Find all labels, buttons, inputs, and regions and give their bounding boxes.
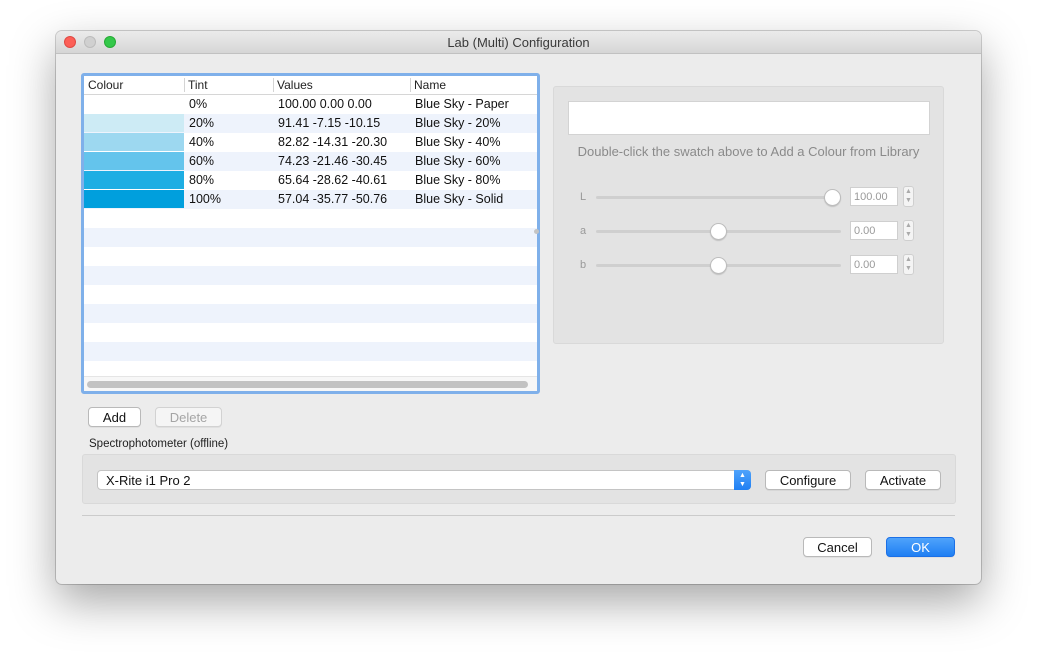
values-cell: 82.82 -14.31 -20.30 — [278, 135, 388, 149]
empty-table-row — [84, 247, 537, 266]
add-button[interactable]: Add — [88, 407, 141, 427]
a-stepper[interactable]: ▲ ▼ — [903, 220, 914, 241]
column-divider[interactable] — [273, 78, 274, 92]
name-cell: Blue Sky - 80% — [415, 173, 501, 187]
table-row[interactable]: 40% 82.82 -14.31 -20.30 Blue Sky - 40% — [84, 133, 537, 152]
title-bar: Lab (Multi) Configuration — [56, 31, 981, 54]
colour-swatch — [84, 190, 184, 208]
cancel-button[interactable]: Cancel — [803, 537, 872, 557]
horizontal-scrollbar[interactable] — [87, 381, 528, 388]
split-view-handle[interactable] — [534, 229, 539, 234]
configure-button[interactable]: Configure — [765, 470, 851, 490]
colour-editor-panel: Double-click the swatch above to Add a C… — [553, 86, 944, 344]
tint-cell: 80% — [189, 173, 215, 187]
table-row[interactable]: 100% 57.04 -35.77 -50.76 Blue Sky - Solid — [84, 190, 537, 209]
window-title: Lab (Multi) Configuration — [447, 35, 590, 50]
a-value-field[interactable]: 0.00 — [850, 221, 898, 240]
spectrophotometer-panel: X-Rite i1 Pro 2 ▲ ▼ Configure Activate — [82, 454, 956, 504]
l-value-field[interactable]: 100.00 — [850, 187, 898, 206]
table-body: 0% 100.00 0.00 0.00 Blue Sky - Paper 20% 91.… — [84, 95, 537, 361]
colour-table[interactable]: Colour Tint Values Name 0% 100.00 0.00 0.… — [81, 73, 540, 394]
colour-swatch — [84, 95, 184, 113]
table-row[interactable]: 80% 65.64 -28.62 -40.61 Blue Sky - 80% — [84, 171, 537, 190]
delete-button[interactable]: Delete — [155, 407, 222, 427]
spectrophotometer-selected-value: X-Rite i1 Pro 2 — [106, 473, 191, 488]
column-divider[interactable] — [410, 78, 411, 92]
column-header-values[interactable]: Values — [277, 78, 313, 92]
empty-table-row — [84, 342, 537, 361]
colour-swatch — [84, 133, 184, 151]
empty-table-row — [84, 285, 537, 304]
b-slider-knob[interactable] — [710, 257, 727, 274]
empty-table-row — [84, 323, 537, 342]
tint-cell: 0% — [189, 97, 208, 111]
slider-label-l: L — [580, 191, 587, 203]
empty-table-row — [84, 266, 537, 285]
table-row[interactable]: 0% 100.00 0.00 0.00 Blue Sky - Paper — [84, 95, 537, 114]
colour-swatch-well[interactable] — [568, 101, 930, 135]
column-header-tint[interactable]: Tint — [188, 78, 208, 92]
colour-swatch — [84, 114, 184, 132]
b-stepper[interactable]: ▲ ▼ — [903, 254, 914, 275]
tint-cell: 40% — [189, 135, 215, 149]
values-cell: 65.64 -28.62 -40.61 — [278, 173, 388, 187]
activate-button[interactable]: Activate — [865, 470, 941, 490]
a-slider-knob[interactable] — [710, 223, 727, 240]
colour-swatch — [84, 171, 184, 189]
swatch-hint: Double-click the swatch above to Add a C… — [577, 144, 920, 159]
b-value-field[interactable]: 0.00 — [850, 255, 898, 274]
empty-table-row — [84, 304, 537, 323]
tint-cell: 60% — [189, 154, 215, 168]
chevron-up-down-icon: ▲ ▼ — [734, 470, 751, 490]
values-cell: 91.41 -7.15 -10.15 — [278, 116, 381, 130]
a-slider[interactable] — [596, 223, 841, 240]
separator — [82, 515, 955, 516]
empty-table-row — [84, 209, 537, 228]
table-row[interactable]: 20% 91.41 -7.15 -10.15 Blue Sky - 20% — [84, 114, 537, 133]
name-cell: Blue Sky - Paper — [415, 97, 509, 111]
spectrophotometer-label: Spectrophotometer (offline) — [89, 438, 229, 450]
l-stepper[interactable]: ▲ ▼ — [903, 186, 914, 207]
name-cell: Blue Sky - 40% — [415, 135, 501, 149]
tint-cell: 20% — [189, 116, 215, 130]
table-header: Colour Tint Values Name — [84, 76, 537, 95]
tint-cell: 100% — [189, 192, 221, 206]
name-cell: Blue Sky - Solid — [415, 192, 504, 206]
column-divider[interactable] — [184, 78, 185, 92]
values-cell: 100.00 0.00 0.00 — [278, 97, 372, 111]
spectrophotometer-select[interactable]: X-Rite i1 Pro 2 ▲ ▼ — [97, 470, 751, 490]
name-cell: Blue Sky - 20% — [415, 116, 501, 130]
b-slider[interactable] — [596, 257, 841, 274]
column-header-colour[interactable]: Colour — [88, 78, 123, 92]
values-cell: 74.23 -21.46 -30.45 — [278, 154, 388, 168]
lab-multi-config-dialog: Lab (Multi) Configuration Colour Tint Va… — [56, 31, 981, 584]
empty-table-row — [84, 228, 537, 247]
slider-label-b: b — [580, 259, 587, 271]
l-slider-knob[interactable] — [824, 189, 841, 206]
ok-button[interactable]: OK — [886, 537, 955, 557]
colour-swatch — [84, 152, 184, 170]
column-header-name[interactable]: Name — [414, 78, 446, 92]
name-cell: Blue Sky - 60% — [415, 154, 501, 168]
horizontal-scrollbar-track — [84, 376, 537, 391]
l-slider[interactable] — [596, 189, 841, 206]
table-row[interactable]: 60% 74.23 -21.46 -30.45 Blue Sky - 60% — [84, 152, 537, 171]
slider-label-a: a — [580, 225, 587, 237]
values-cell: 57.04 -35.77 -50.76 — [278, 192, 388, 206]
